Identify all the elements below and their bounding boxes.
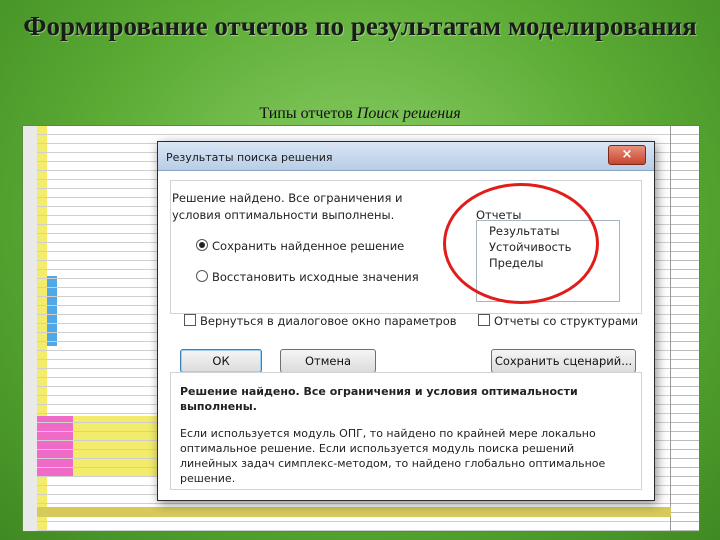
checkbox-icon: [478, 314, 490, 326]
radio-restore-label: Восстановить исходные значения: [212, 270, 419, 284]
radio-keep-solution[interactable]: Сохранить найденное решение: [196, 239, 404, 253]
radio-empty-icon: [196, 270, 208, 282]
result-message: Решение найдено. Все ограничения и услов…: [172, 191, 403, 222]
subtitle-prefix: Типы отчетов: [259, 105, 357, 122]
outline-checkbox-label: Отчеты со структурами: [494, 314, 639, 328]
radio-keep-label: Сохранить найденное решение: [212, 239, 405, 253]
sheet-bottom-row: [37, 507, 671, 517]
dialog-titlebar: Результаты поиска решения ×: [158, 142, 654, 171]
return-to-params-checkbox[interactable]: Вернуться в диалоговое окно параметров: [184, 314, 457, 328]
slide-title: Формирование отчетов по результатам моде…: [23, 11, 697, 41]
dialog-title: Результаты поиска решения: [166, 151, 333, 164]
subtitle-italic: Поиск решения: [356, 105, 461, 122]
checkbox-icon: [184, 314, 196, 326]
ok-button[interactable]: ОК: [180, 349, 262, 373]
highlight-circle: [443, 183, 599, 304]
outline-reports-checkbox[interactable]: Отчеты со структурами: [478, 314, 638, 328]
bottom-info-message: Если используется модуль ОПГ, то найдено…: [180, 427, 606, 485]
radio-selected-icon: [196, 239, 208, 251]
cancel-button[interactable]: Отмена: [280, 349, 376, 373]
close-button[interactable]: ×: [608, 145, 646, 165]
return-checkbox-label: Вернуться в диалоговое окно параметров: [200, 314, 457, 328]
right-number-column: [670, 126, 699, 531]
row-number-column: [23, 126, 38, 531]
bottom-bold-message: Решение найдено. Все ограничения и услов…: [180, 385, 578, 413]
radio-restore-values[interactable]: Восстановить исходные значения: [196, 270, 419, 284]
slide-subtitle: Типы отчетов Поиск решения: [0, 105, 720, 123]
solver-results-dialog: Результаты поиска решения × Решение найд…: [157, 141, 655, 501]
save-scenario-button[interactable]: Сохранить сценарий...: [491, 349, 636, 373]
